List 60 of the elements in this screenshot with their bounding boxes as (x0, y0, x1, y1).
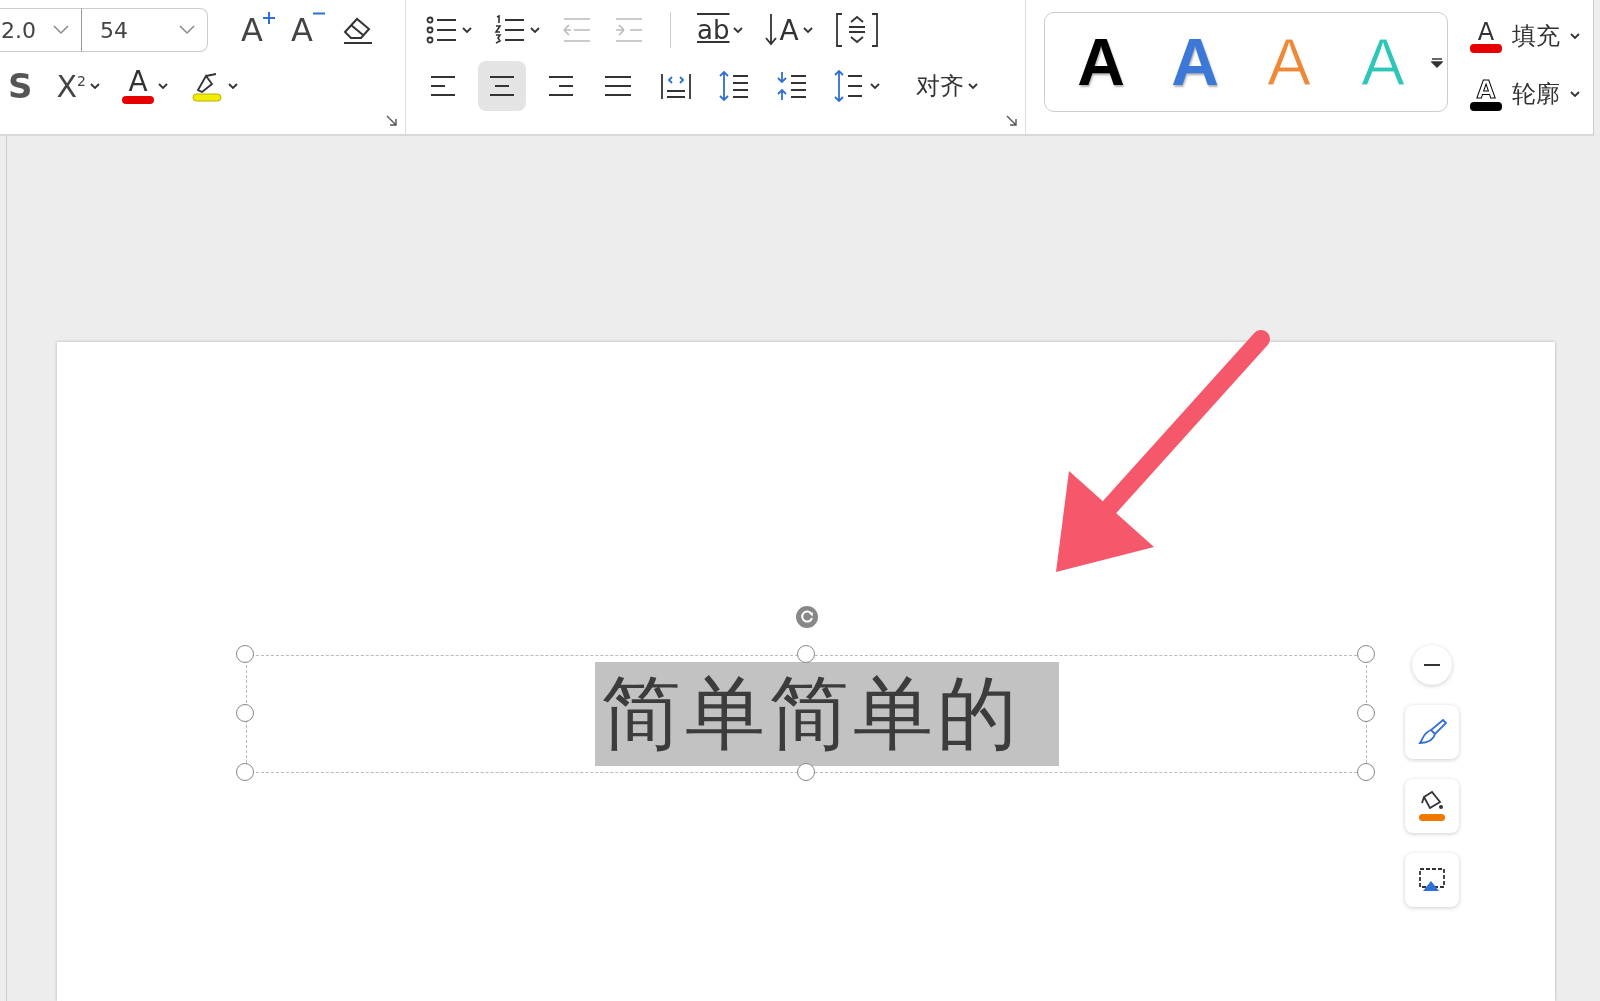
resize-handle[interactable] (796, 763, 815, 781)
shrink-font-button[interactable]: A (288, 8, 328, 52)
resize-handle[interactable] (236, 763, 254, 781)
minus-icon (1424, 663, 1440, 667)
slide-text: 简单简单的 (594, 662, 1059, 766)
indent-icon (614, 15, 644, 45)
highlighter-icon (190, 70, 224, 102)
caret-icon (228, 82, 238, 90)
alignment-icon (659, 71, 693, 101)
brush-button[interactable] (1405, 705, 1459, 759)
caret-icon (530, 26, 540, 34)
paint-bucket-icon (1416, 789, 1448, 823)
text-orientation-button[interactable]: A (759, 8, 819, 52)
resize-handle[interactable] (1357, 645, 1375, 663)
strikethrough-button[interactable]: S (0, 64, 41, 108)
superscript-button[interactable]: X$^{2}$ (50, 64, 106, 108)
grow-font-button[interactable]: A (238, 8, 278, 52)
resize-handle[interactable] (1357, 763, 1375, 781)
align-menu-button[interactable]: 对齐 (910, 64, 984, 108)
resize-handle[interactable] (796, 645, 815, 663)
caret-icon (1570, 32, 1580, 40)
fill-button[interactable] (1405, 779, 1459, 833)
outdent-icon (562, 15, 592, 45)
bullet-list-icon (426, 15, 458, 45)
wordart-style[interactable]: A (1065, 29, 1137, 95)
more-styles-icon[interactable] (1431, 57, 1443, 69)
resize-handle[interactable] (236, 704, 254, 722)
caret-icon (1570, 90, 1580, 98)
spacing-icon (775, 70, 809, 102)
caret-icon (90, 82, 100, 90)
font-size-field[interactable]: 54 (82, 8, 208, 52)
text-direction-button[interactable]: ab (691, 8, 750, 52)
minus-icon (312, 12, 325, 15)
chevron-icon (53, 25, 69, 35)
wordart-style[interactable]: A (1159, 29, 1231, 95)
text-outline-button[interactable]: A 轮廓 (1470, 72, 1580, 116)
down-arrow-icon (765, 14, 778, 46)
center-align-button[interactable] (478, 61, 526, 111)
caret-icon (870, 82, 880, 90)
bracket-arrows-icon (834, 12, 879, 48)
text-fill-button[interactable]: A 填充 (1470, 14, 1580, 58)
brush-icon (1417, 717, 1447, 747)
plus-icon (262, 12, 275, 24)
chevron-icon (179, 25, 195, 35)
font-color-button[interactable]: A (116, 64, 174, 108)
caret-icon (802, 26, 813, 34)
dialog-launcher-icon[interactable] (1006, 115, 1017, 126)
spacing-icon (717, 70, 751, 102)
resize-handle[interactable] (1357, 704, 1375, 722)
numbered-list-icon (494, 15, 526, 45)
caret-icon (733, 26, 744, 34)
caret-icon (462, 26, 472, 34)
rotate-handle-icon[interactable] (794, 605, 819, 629)
caret-icon (158, 82, 168, 90)
resize-handle[interactable] (236, 645, 254, 663)
frame-button[interactable] (1405, 853, 1459, 907)
dialog-launcher-icon[interactable] (386, 115, 397, 126)
font-field[interactable]: 2.0 (0, 8, 82, 52)
eraser-icon (341, 15, 375, 45)
caret-icon (968, 82, 978, 90)
